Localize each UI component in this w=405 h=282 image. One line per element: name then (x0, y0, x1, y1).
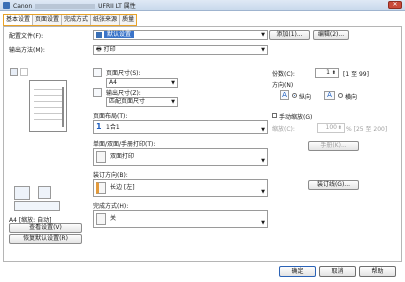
printer-app-icon (3, 2, 10, 9)
copies-range: [1 至 99] (343, 71, 369, 78)
layout-label: 页面布局(T): (93, 113, 128, 120)
profile-icon (96, 31, 102, 38)
chevron-down-icon: ▼ (261, 158, 265, 164)
finishing-label: 完成方式(H): (93, 203, 129, 210)
gutter-button[interactable]: 装订线(G)... (308, 180, 359, 190)
output-size-label: 输出尺寸(Z): (106, 90, 141, 97)
tab-bar: 基本设置 页面设置 完成方式 纸张来源 质量 (3, 14, 138, 26)
portrait-radio[interactable] (292, 93, 297, 98)
output-size-select[interactable]: 匹配页面尺寸 ▼ (106, 97, 178, 107)
chevron-down-icon: ▼ (171, 99, 175, 105)
view-settings-button[interactable]: 查看设置(V) (9, 223, 82, 233)
page-size-icon (93, 68, 102, 77)
finishing-icon (96, 212, 106, 225)
portrait-icon: A (280, 90, 289, 100)
duplex-label: 单面/双面/手册打印(T): (93, 141, 156, 148)
chevron-down-icon: ▼ (261, 127, 265, 133)
tab-quality[interactable]: 质量 (120, 15, 137, 25)
page-view-icon[interactable] (10, 68, 18, 76)
output-size-icon (93, 88, 102, 97)
layout-icon: 1 (96, 122, 102, 131)
binding-label: 装订方向(B): (93, 172, 128, 179)
tab-paper-source[interactable]: 纸张来源 (91, 15, 121, 25)
window-title: Canon UFRII LT 属性 (13, 3, 136, 10)
output-method-label: 输出方法(M): (9, 47, 45, 54)
page-size-select[interactable]: A4 ▼ (106, 78, 178, 88)
redacted-printer-name (35, 4, 96, 9)
manual-scaling-checkbox[interactable] (272, 113, 277, 118)
add-profile-button[interactable]: 添加(1)... (269, 30, 310, 40)
copies-stepper[interactable]: 1 ⬍ (315, 68, 339, 78)
ok-button[interactable]: 确定 (279, 266, 316, 277)
stepper-arrows-icon: ⬍ (337, 125, 342, 131)
scale-label: 缩放(C): (272, 126, 295, 133)
cancel-button[interactable]: 取消 (319, 266, 356, 277)
booklet-button[interactable]: 手册(K)... (308, 141, 359, 151)
chevron-down-icon: ▼ (261, 220, 265, 226)
paper-output-icon (38, 186, 51, 199)
scale-stepper[interactable]: 100 ⬍ (317, 123, 345, 133)
help-button[interactable]: 帮助 (359, 266, 396, 277)
output-method-select[interactable]: 🖶 打印 ▼ (93, 45, 268, 55)
edit-profile-button[interactable]: 编辑(2)... (313, 30, 349, 40)
copies-label: 份数(C): (272, 71, 295, 78)
chevron-down-icon: ▼ (261, 189, 265, 195)
portrait-label: 纵向 (299, 94, 312, 101)
profile-label: 配置文件(F): (9, 33, 44, 40)
chevron-down-icon: ▼ (261, 47, 265, 53)
layout-select[interactable]: 1 1合1 ▼ (93, 120, 268, 134)
scale-range: % [25 至 200] (346, 126, 388, 133)
page-size-label: 页面尺寸(S): (106, 70, 141, 77)
page-preview (29, 80, 67, 132)
tab-finishing[interactable]: 完成方式 (62, 15, 92, 25)
finishing-select[interactable]: 关 ▼ (93, 210, 268, 228)
title-bar: Canon UFRII LT 属性 ✕ (0, 0, 405, 11)
chevron-down-icon: ▼ (261, 32, 265, 38)
duplex-select[interactable]: 双面打印 ▼ (93, 148, 268, 166)
profile-select[interactable]: 默认设置 ▼ (93, 30, 268, 40)
binding-select[interactable]: 长边 [左] ▼ (93, 179, 268, 197)
chevron-down-icon: ▼ (171, 80, 175, 86)
landscape-radio[interactable] (338, 93, 343, 98)
printer-icon: 🖶 (96, 46, 102, 53)
orientation-label: 方向(N) (272, 82, 294, 89)
binding-icon (96, 181, 106, 194)
restore-defaults-button[interactable]: 恢复默认设置(R) (9, 234, 82, 244)
device-image (14, 201, 60, 211)
tab-page-setup[interactable]: 页面设置 (33, 15, 63, 25)
tab-basic-settings[interactable]: 基本设置 (4, 15, 34, 25)
close-button[interactable]: ✕ (388, 1, 402, 9)
binding-edge-marker (62, 87, 64, 127)
printer-view-icon[interactable] (20, 68, 28, 76)
landscape-label: 横向 (345, 94, 358, 101)
manual-scaling-label: 手动缩放(G) (279, 114, 313, 121)
landscape-icon: A (324, 91, 335, 100)
print-style-icon (14, 186, 30, 200)
stepper-arrows-icon: ⬍ (331, 70, 336, 76)
duplex-icon (96, 150, 106, 163)
